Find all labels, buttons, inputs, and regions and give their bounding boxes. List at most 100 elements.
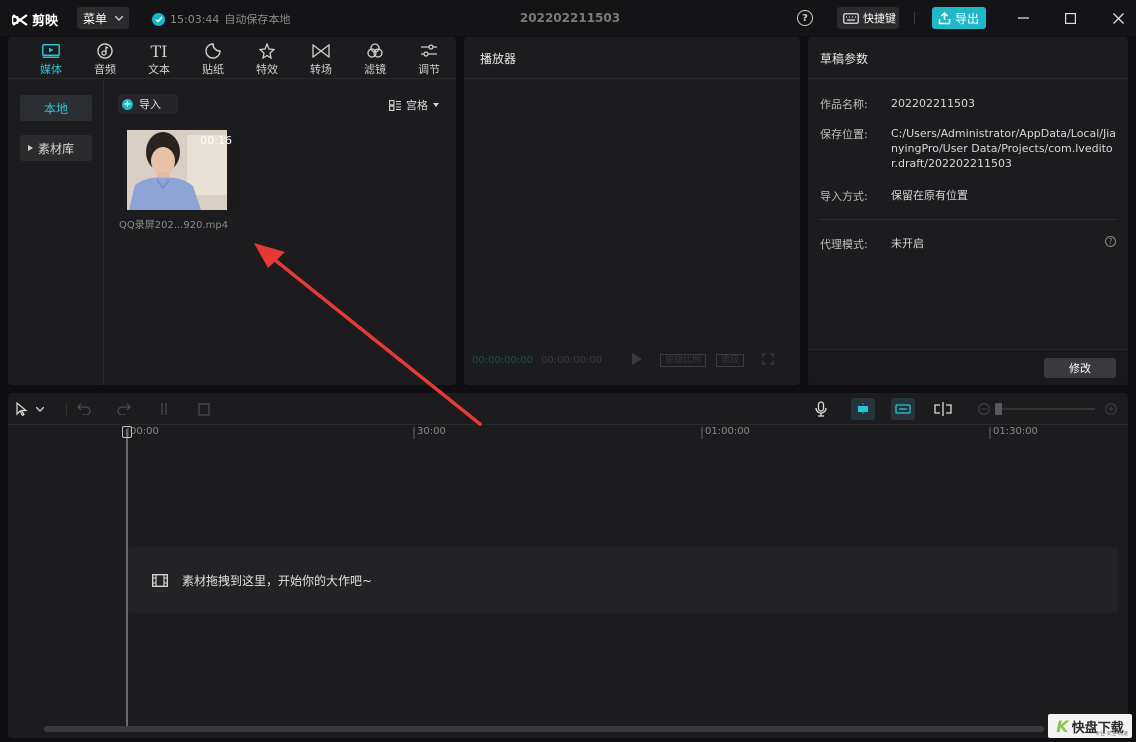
fit-ratio-button[interactable]: 适应 [716, 353, 745, 367]
filter-icon [366, 41, 384, 61]
tab-label: 特效 [256, 63, 278, 76]
shortcut-label: 快捷键 [863, 12, 896, 25]
chevron-down-icon [115, 15, 123, 21]
import-button[interactable]: + 导入 [118, 94, 178, 114]
snap-icon [858, 403, 868, 415]
zoom-slider-handle[interactable] [995, 403, 1002, 415]
play-button[interactable] [632, 352, 643, 368]
tab-sticker[interactable]: 贴纸 [186, 37, 240, 78]
undo-icon [77, 403, 91, 415]
maximize-icon [1064, 12, 1076, 24]
tab-label: 媒体 [40, 63, 62, 76]
tab-audio[interactable]: 音频 [78, 37, 132, 78]
player-title: 播放器 [464, 37, 800, 79]
watermark-tagline: 专业·安全·高速 [1094, 731, 1128, 737]
split-icon [161, 403, 167, 415]
zoom-in-button[interactable] [1102, 401, 1120, 417]
help-icon[interactable]: ? [797, 10, 813, 26]
draft-params-header: 草稿参数 [808, 37, 1128, 79]
close-button[interactable] [1108, 8, 1128, 28]
tab-effects[interactable]: 特效 [240, 37, 294, 78]
player-total-time: 00:00:00:00 [541, 354, 603, 366]
tab-label: 调节 [418, 63, 440, 76]
tab-filter[interactable]: 滤镜 [348, 37, 402, 78]
redo-icon [117, 403, 131, 415]
sidebar-item-local[interactable]: 本地 [20, 95, 92, 121]
preview-axis-icon [934, 402, 952, 416]
auto-snap-toggle[interactable] [851, 398, 875, 420]
timeline-drop-zone[interactable]: 素材拖拽到这里，开始你的大作吧~ [128, 547, 1118, 613]
media-clip-thumbnail[interactable]: 00:16 [117, 130, 237, 210]
split-button[interactable] [155, 401, 173, 417]
zoom-out-button[interactable] [975, 401, 993, 417]
delete-icon [198, 402, 210, 416]
param-name-label: 作品名称: [820, 98, 868, 111]
menu-button[interactable]: 菜单 [77, 7, 129, 29]
param-location-value: C:/Users/Administrator/AppData/Local/Jia… [891, 127, 1117, 170]
fullscreen-button[interactable] [762, 352, 774, 368]
record-audio-button[interactable] [812, 401, 830, 417]
tab-transition[interactable]: 转场 [294, 37, 348, 78]
tab-label: 文本 [148, 63, 170, 76]
menu-label: 菜单 [83, 11, 108, 26]
media-sidebar: 本地 素材库 [8, 80, 104, 385]
param-name-value: 202202211503 [891, 97, 975, 110]
shortcut-button[interactable]: 快捷键 [837, 7, 899, 29]
autosave-text: 自动保存本地 [224, 13, 291, 26]
tab-label: 滤镜 [364, 63, 386, 76]
divider [66, 403, 67, 415]
draft-params-panel: 草稿参数 作品名称: 202202211503 保存位置: C:/Users/A… [808, 37, 1128, 385]
original-ratio-button[interactable]: 原始比例 [660, 353, 707, 367]
minimize-button[interactable] [1013, 8, 1033, 28]
clip-filename: QQ录屏202...920.mp4 [119, 220, 229, 231]
maximize-button[interactable] [1060, 8, 1080, 28]
sidebar-item-library[interactable]: 素材库 [20, 135, 92, 161]
view-mode-dropdown[interactable]: 宫格 [389, 97, 439, 113]
proxy-help-icon[interactable]: ? [1105, 236, 1116, 247]
fullscreen-icon [762, 352, 774, 365]
ruler-label: 30:00 [417, 426, 446, 437]
select-tool-dropdown[interactable] [16, 401, 56, 417]
timeline-scrollbar[interactable] [44, 726, 1044, 732]
title-bar: 剪映 菜单 15:03:44 自动保存本地 202202211503 ? 快捷键… [0, 0, 1136, 36]
undo-button[interactable] [75, 401, 93, 417]
param-proxy-label: 代理模式: [820, 238, 868, 251]
draft-params-footer: 修改 [808, 349, 1128, 385]
redo-button[interactable] [115, 401, 133, 417]
export-button[interactable]: 导出 [932, 7, 986, 29]
tab-media[interactable]: 媒体 [24, 37, 78, 78]
tab-text[interactable]: TI 文本 [132, 37, 186, 78]
delete-button[interactable] [195, 401, 213, 417]
preview-axis-toggle[interactable] [934, 401, 952, 417]
capcut-logo-icon [12, 13, 28, 26]
link-toggle[interactable] [891, 398, 915, 420]
keyboard-icon [843, 12, 859, 24]
site-watermark: K 快盘下载 专业·安全·高速 [1048, 714, 1132, 738]
player-title-text: 播放器 [480, 52, 517, 66]
autosave-time: 15:03:44 [170, 12, 220, 26]
effects-icon [259, 41, 275, 61]
document-title: 202202211503 [519, 11, 621, 25]
transition-icon [312, 41, 330, 61]
zoom-slider[interactable] [995, 403, 1095, 415]
param-import-label: 导入方式: [820, 190, 868, 203]
player-controls: 00:00:00:00 00:00:00:00 原始比例 适应 [472, 352, 792, 368]
tab-adjust[interactable]: 调节 [402, 37, 456, 78]
param-location-label: 保存位置: [820, 128, 868, 141]
tab-label: 转场 [310, 63, 332, 76]
ruler-label: 00:00 [130, 426, 159, 437]
timeline-panel: 00:00 30:00 01:00:00 01:30:00 素材拖拽到这里，开始… [8, 393, 1128, 738]
close-icon [1112, 12, 1124, 24]
import-label: 导入 [139, 98, 161, 111]
playhead-handle[interactable] [122, 426, 132, 438]
autosave-status: 15:03:44 自动保存本地 [152, 11, 290, 27]
player-current-time: 00:00:00:00 [472, 354, 534, 366]
timeline-toolbar [8, 393, 1128, 425]
zoom-in-icon [1105, 403, 1117, 415]
timeline-ruler[interactable]: 00:00 30:00 01:00:00 01:30:00 [8, 425, 1128, 441]
microphone-icon [815, 401, 827, 417]
modify-button[interactable]: 修改 [1044, 358, 1116, 378]
clip-duration: 00:16 [200, 134, 232, 147]
media-tabs: 媒体 音频 TI 文本 贴纸 特效 转场 滤镜 调节 [8, 37, 456, 79]
app-logo: 剪映 [12, 10, 58, 29]
